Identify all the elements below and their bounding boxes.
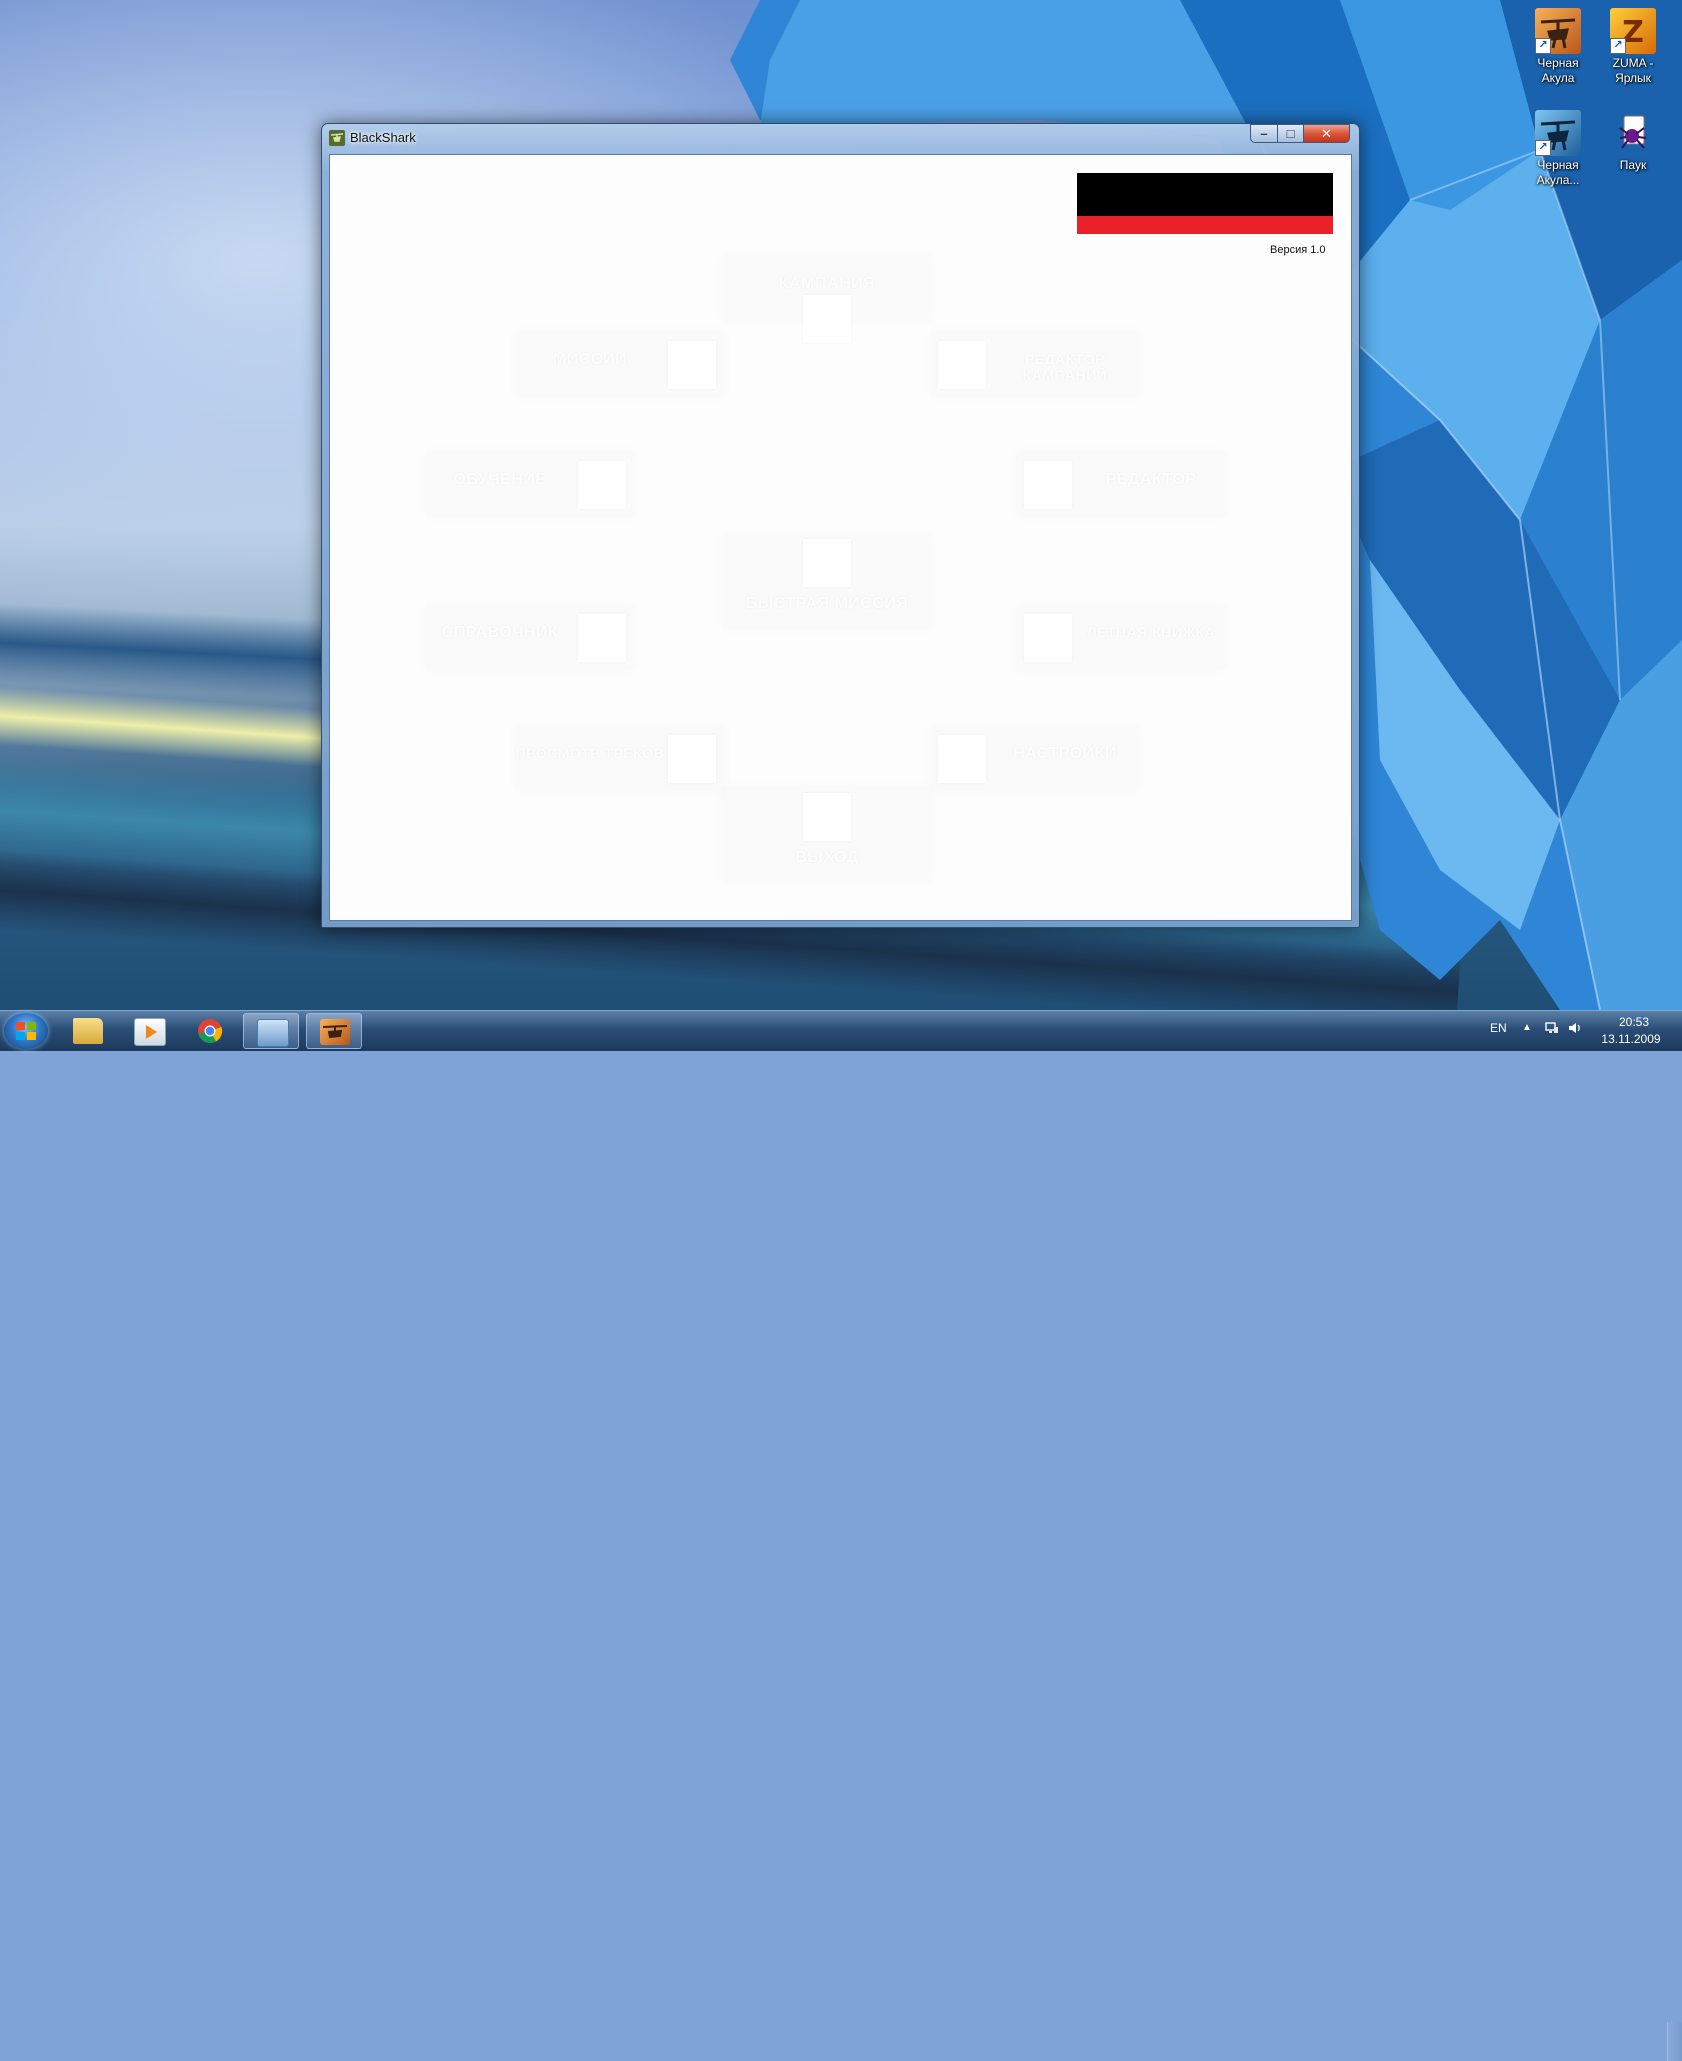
menu-replay-icon — [668, 735, 716, 783]
chrome-icon — [195, 1018, 225, 1044]
menu-missions[interactable]: МИССИИ — [515, 331, 725, 397]
menu-missions-icon — [668, 341, 716, 389]
control-panel-icon — [257, 1019, 289, 1047]
tray-expand-icon[interactable]: ▲ — [1522, 1022, 1532, 1033]
menu-encyclopedia[interactable]: СПРАВОЧНИК — [425, 604, 635, 670]
menu-quick-mission[interactable]: БЫСТРАЯ МИССИЯ — [722, 533, 932, 629]
menu-label: РЕДАКТОР — [1105, 471, 1197, 488]
taskbar-control-panel[interactable] — [243, 1013, 299, 1049]
taskbar — [0, 1010, 1682, 2061]
menu-label: БЫСТРАЯ МИССИЯ — [745, 595, 909, 612]
clock-date[interactable]: 13.11.2009 — [1596, 1032, 1666, 1046]
menu-campaign[interactable]: КАМПАНИЯ — [722, 255, 932, 343]
menu-label: ПРОСМОТР ТРЕКОВ — [515, 745, 665, 761]
desktop-icon-spider[interactable]: Паук — [1596, 104, 1670, 173]
menu-exit-icon — [803, 793, 851, 841]
helicopter-app-icon — [329, 130, 345, 146]
desktop-icon-black-shark-2[interactable]: ↗ Черная Акула... — [1521, 104, 1595, 188]
window-title: BlackShark — [350, 130, 416, 145]
clock-time[interactable]: 20:53 — [1604, 1015, 1664, 1029]
minimize-icon: – — [1260, 126, 1268, 141]
menu-training-icon — [578, 461, 626, 509]
taskbar-blackshark[interactable] — [306, 1013, 362, 1049]
menu-label: СПРАВОЧНИК — [441, 624, 559, 641]
maximize-button[interactable]: □ — [1277, 124, 1304, 143]
app-client-area: Версия 1.0 КАМПАНИЯ МИССИИ РЕДАКТОР КАМП… — [329, 154, 1352, 921]
menu-campaign-icon — [803, 295, 851, 343]
helicopter-orange-icon: ↗ — [1535, 8, 1581, 54]
menu-exit[interactable]: ВЫХОД — [722, 787, 932, 883]
desktop-icon-black-shark[interactable]: ↗ Черная Акула — [1521, 2, 1595, 86]
desktop-icon-zuma[interactable]: Z ↗ ZUMA - Ярлык — [1596, 2, 1670, 86]
taskbar-media-player[interactable] — [121, 1013, 177, 1049]
spider-solitaire-icon — [1610, 110, 1656, 156]
menu-training[interactable]: ОБУЧЕНИЕ — [425, 451, 635, 517]
menu-label: МИССИИ — [553, 351, 627, 368]
menu-label: КАМПАНИЯ — [778, 275, 876, 292]
app-window: BlackShark – □ ✕ Версия 1.0 КАМПАНИЯ МИС… — [321, 123, 1360, 928]
menu-campaign-editor[interactable]: РЕДАКТОР КАМПАНИЙ — [930, 331, 1140, 397]
desktop-icon-label: Черная Акула — [1537, 56, 1579, 85]
show-desktop-button[interactable] — [1667, 2022, 1682, 2061]
menu-label: НАСТРОЙКИ — [1013, 745, 1117, 762]
taskbar-chrome[interactable] — [182, 1013, 238, 1049]
network-icon[interactable] — [1545, 1021, 1559, 1035]
close-icon: ✕ — [1321, 126, 1332, 141]
menu-encyclopedia-icon — [578, 614, 626, 662]
desktop-icon-label: ZUMA - Ярлык — [1612, 56, 1654, 85]
logo-red-stripe — [1077, 216, 1333, 234]
taskbar-explorer[interactable] — [60, 1013, 116, 1049]
version-label: Версия 1.0 — [1270, 244, 1326, 256]
desktop-icon-label: Паук — [1619, 158, 1647, 172]
menu-campaign-editor-icon — [938, 341, 986, 389]
menu-editor[interactable]: РЕДАКТОР — [1016, 451, 1226, 517]
close-button[interactable]: ✕ — [1303, 124, 1350, 143]
menu-editor-icon — [1024, 461, 1072, 509]
menu-label: ЛЕТНАЯ КНИЖКА — [1086, 624, 1216, 640]
minimize-button[interactable]: – — [1250, 124, 1278, 143]
game-logo — [1077, 173, 1333, 234]
menu-quick-mission-icon — [803, 539, 851, 587]
menu-options-icon — [938, 735, 986, 783]
start-button[interactable] — [4, 1013, 48, 1049]
maximize-icon: □ — [1286, 126, 1295, 141]
volume-icon[interactable] — [1568, 1021, 1582, 1035]
media-player-icon — [134, 1018, 166, 1046]
folder-icon — [73, 1018, 103, 1044]
menu-logbook[interactable]: ЛЕТНАЯ КНИЖКА — [1016, 604, 1226, 670]
desktop-icon-label: Черная Акула... — [1536, 158, 1580, 187]
language-indicator[interactable]: EN — [1490, 1021, 1507, 1035]
windows-flag-icon — [16, 1022, 36, 1040]
menu-replay[interactable]: ПРОСМОТР ТРЕКОВ — [515, 725, 725, 791]
menu-label: РЕДАКТОР КАМПАНИЙ — [1022, 351, 1108, 383]
menu-label: ВЫХОД — [795, 849, 859, 866]
helicopter-blue-icon: ↗ — [1535, 110, 1581, 156]
menu-options[interactable]: НАСТРОЙКИ — [930, 725, 1140, 791]
title-bar[interactable]: BlackShark – □ ✕ — [322, 124, 1359, 154]
menu-label: ОБУЧЕНИЕ — [453, 471, 547, 488]
zuma-icon: Z ↗ — [1610, 8, 1656, 54]
menu-logbook-icon — [1024, 614, 1072, 662]
helicopter-orange-icon — [320, 1019, 350, 1045]
